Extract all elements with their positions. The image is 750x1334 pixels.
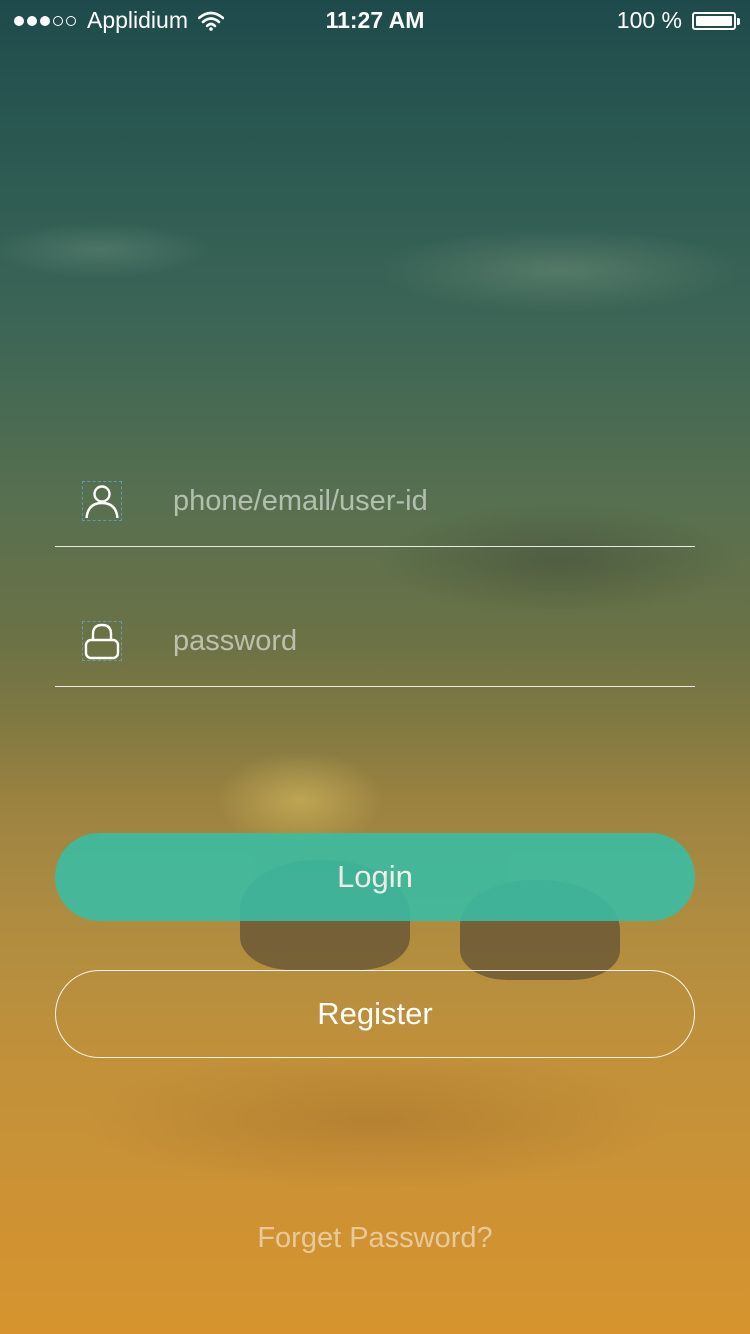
password-input[interactable]: [173, 616, 673, 666]
forgot-password-link[interactable]: Forget Password?: [0, 1222, 750, 1255]
username-field: [55, 456, 695, 547]
username-input[interactable]: [173, 476, 673, 526]
status-bar: Applidium 11:27 AM 100 %: [0, 0, 750, 40]
battery-icon: [692, 11, 740, 30]
battery-percentage: 100 %: [616, 7, 682, 33]
login-button[interactable]: Login: [55, 833, 695, 921]
status-right: 100 %: [616, 7, 740, 34]
password-field: [55, 596, 695, 687]
battery-tip: [737, 17, 740, 25]
battery-fill: [696, 15, 732, 26]
register-button[interactable]: Register: [55, 970, 695, 1058]
lock-icon: [82, 621, 122, 661]
user-icon: [82, 481, 122, 521]
